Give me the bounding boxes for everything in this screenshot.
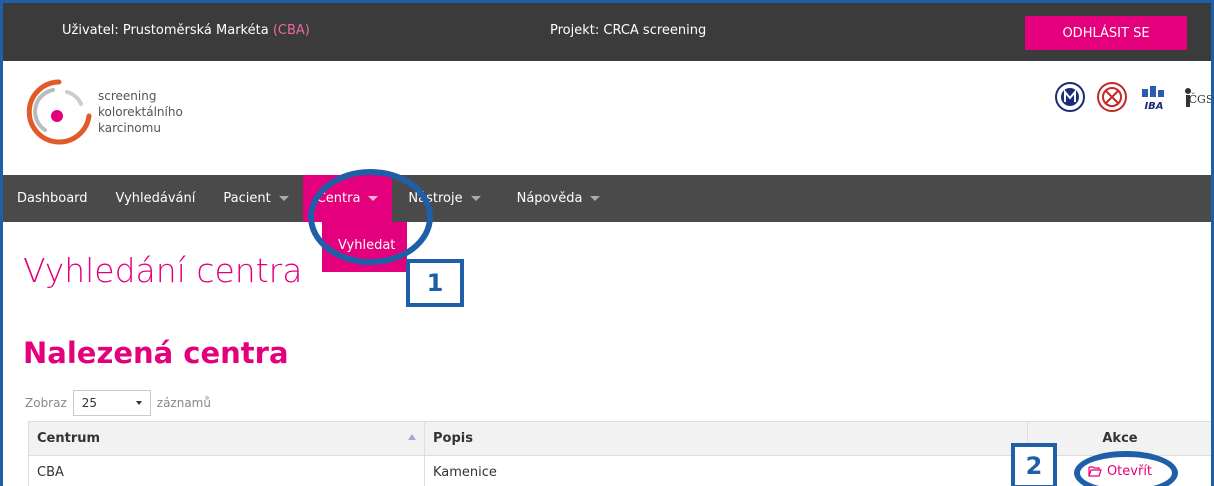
csk-logo-icon xyxy=(1097,82,1127,112)
column-header-popis[interactable]: Popis xyxy=(424,421,1028,456)
header-label: Akce xyxy=(1102,431,1138,446)
nav-search[interactable]: Vyhledávání xyxy=(106,175,206,222)
brand-line-1: screening xyxy=(98,89,157,103)
mu-logo-icon xyxy=(1055,82,1085,112)
brand-line-2: kolorektálního xyxy=(98,105,183,119)
cell-centrum: CBA xyxy=(28,455,425,486)
annotation-ellipse-1 xyxy=(308,169,433,265)
column-header-centrum[interactable]: Centrum xyxy=(28,421,425,456)
partner-logos: IBA ČGS xyxy=(1054,81,1212,113)
nav-patient-label: Pacient xyxy=(223,191,271,206)
chevron-down-icon xyxy=(470,196,481,201)
brand-text: screening kolorektálního karcinomu xyxy=(98,88,183,136)
logout-button[interactable]: ODHLÁSIT SE xyxy=(1025,16,1187,50)
user-info: Uživatel: Prustoměrská Markéta (CBA) xyxy=(62,23,310,38)
annotation-badge-1: 1 xyxy=(406,259,464,307)
nav-help[interactable]: Nápověda xyxy=(507,175,611,222)
brand-line-3: karcinomu xyxy=(98,121,161,135)
header-label: Centrum xyxy=(37,431,101,446)
nav-patient[interactable]: Pacient xyxy=(213,175,298,222)
cgs-logo-icon: ČGS xyxy=(1185,88,1212,107)
chevron-down-icon xyxy=(590,196,601,201)
brand-logo-icon[interactable] xyxy=(23,76,95,148)
iba-logo-icon: IBA xyxy=(1142,86,1164,112)
page-title: Vyhledání centra xyxy=(23,251,303,290)
page-length-control: Zobraz 25 záznamů xyxy=(25,390,211,416)
section-title: Nalezená centra xyxy=(23,336,289,370)
page-length-select[interactable]: 25 xyxy=(72,390,151,416)
svg-text:ČGS: ČGS xyxy=(1189,92,1212,106)
user-org[interactable]: (CBA) xyxy=(273,23,310,38)
length-value: 25 xyxy=(81,396,98,410)
annotation-badge-2: 2 xyxy=(1011,443,1057,486)
cell-popis: Kamenice xyxy=(424,455,1028,486)
chevron-down-icon xyxy=(278,196,289,201)
svg-text:IBA: IBA xyxy=(1144,101,1163,112)
nav-dashboard-label: Dashboard xyxy=(17,191,88,206)
sort-asc-icon xyxy=(408,434,416,440)
project-label: Projekt: CRCA screening xyxy=(550,23,707,38)
nav-dashboard[interactable]: Dashboard xyxy=(3,175,98,222)
chevron-down-icon xyxy=(135,401,142,405)
length-suffix: záznamů xyxy=(156,396,211,410)
nav-help-label: Nápověda xyxy=(516,191,583,206)
header: screening kolorektálního karcinomu IBA Č… xyxy=(3,61,1212,175)
header-label: Popis xyxy=(433,431,473,446)
user-label: Uživatel: Prustoměrská Markéta xyxy=(62,23,269,38)
browser-frame: Uživatel: Prustoměrská Markéta (CBA) Pro… xyxy=(0,0,1214,486)
main-nav: Dashboard Vyhledávání Pacient Centra Nás… xyxy=(3,175,1211,222)
length-prefix: Zobraz xyxy=(25,396,67,410)
nav-search-label: Vyhledávání xyxy=(115,191,196,206)
top-bar: Uživatel: Prustoměrská Markéta (CBA) Pro… xyxy=(3,3,1211,61)
